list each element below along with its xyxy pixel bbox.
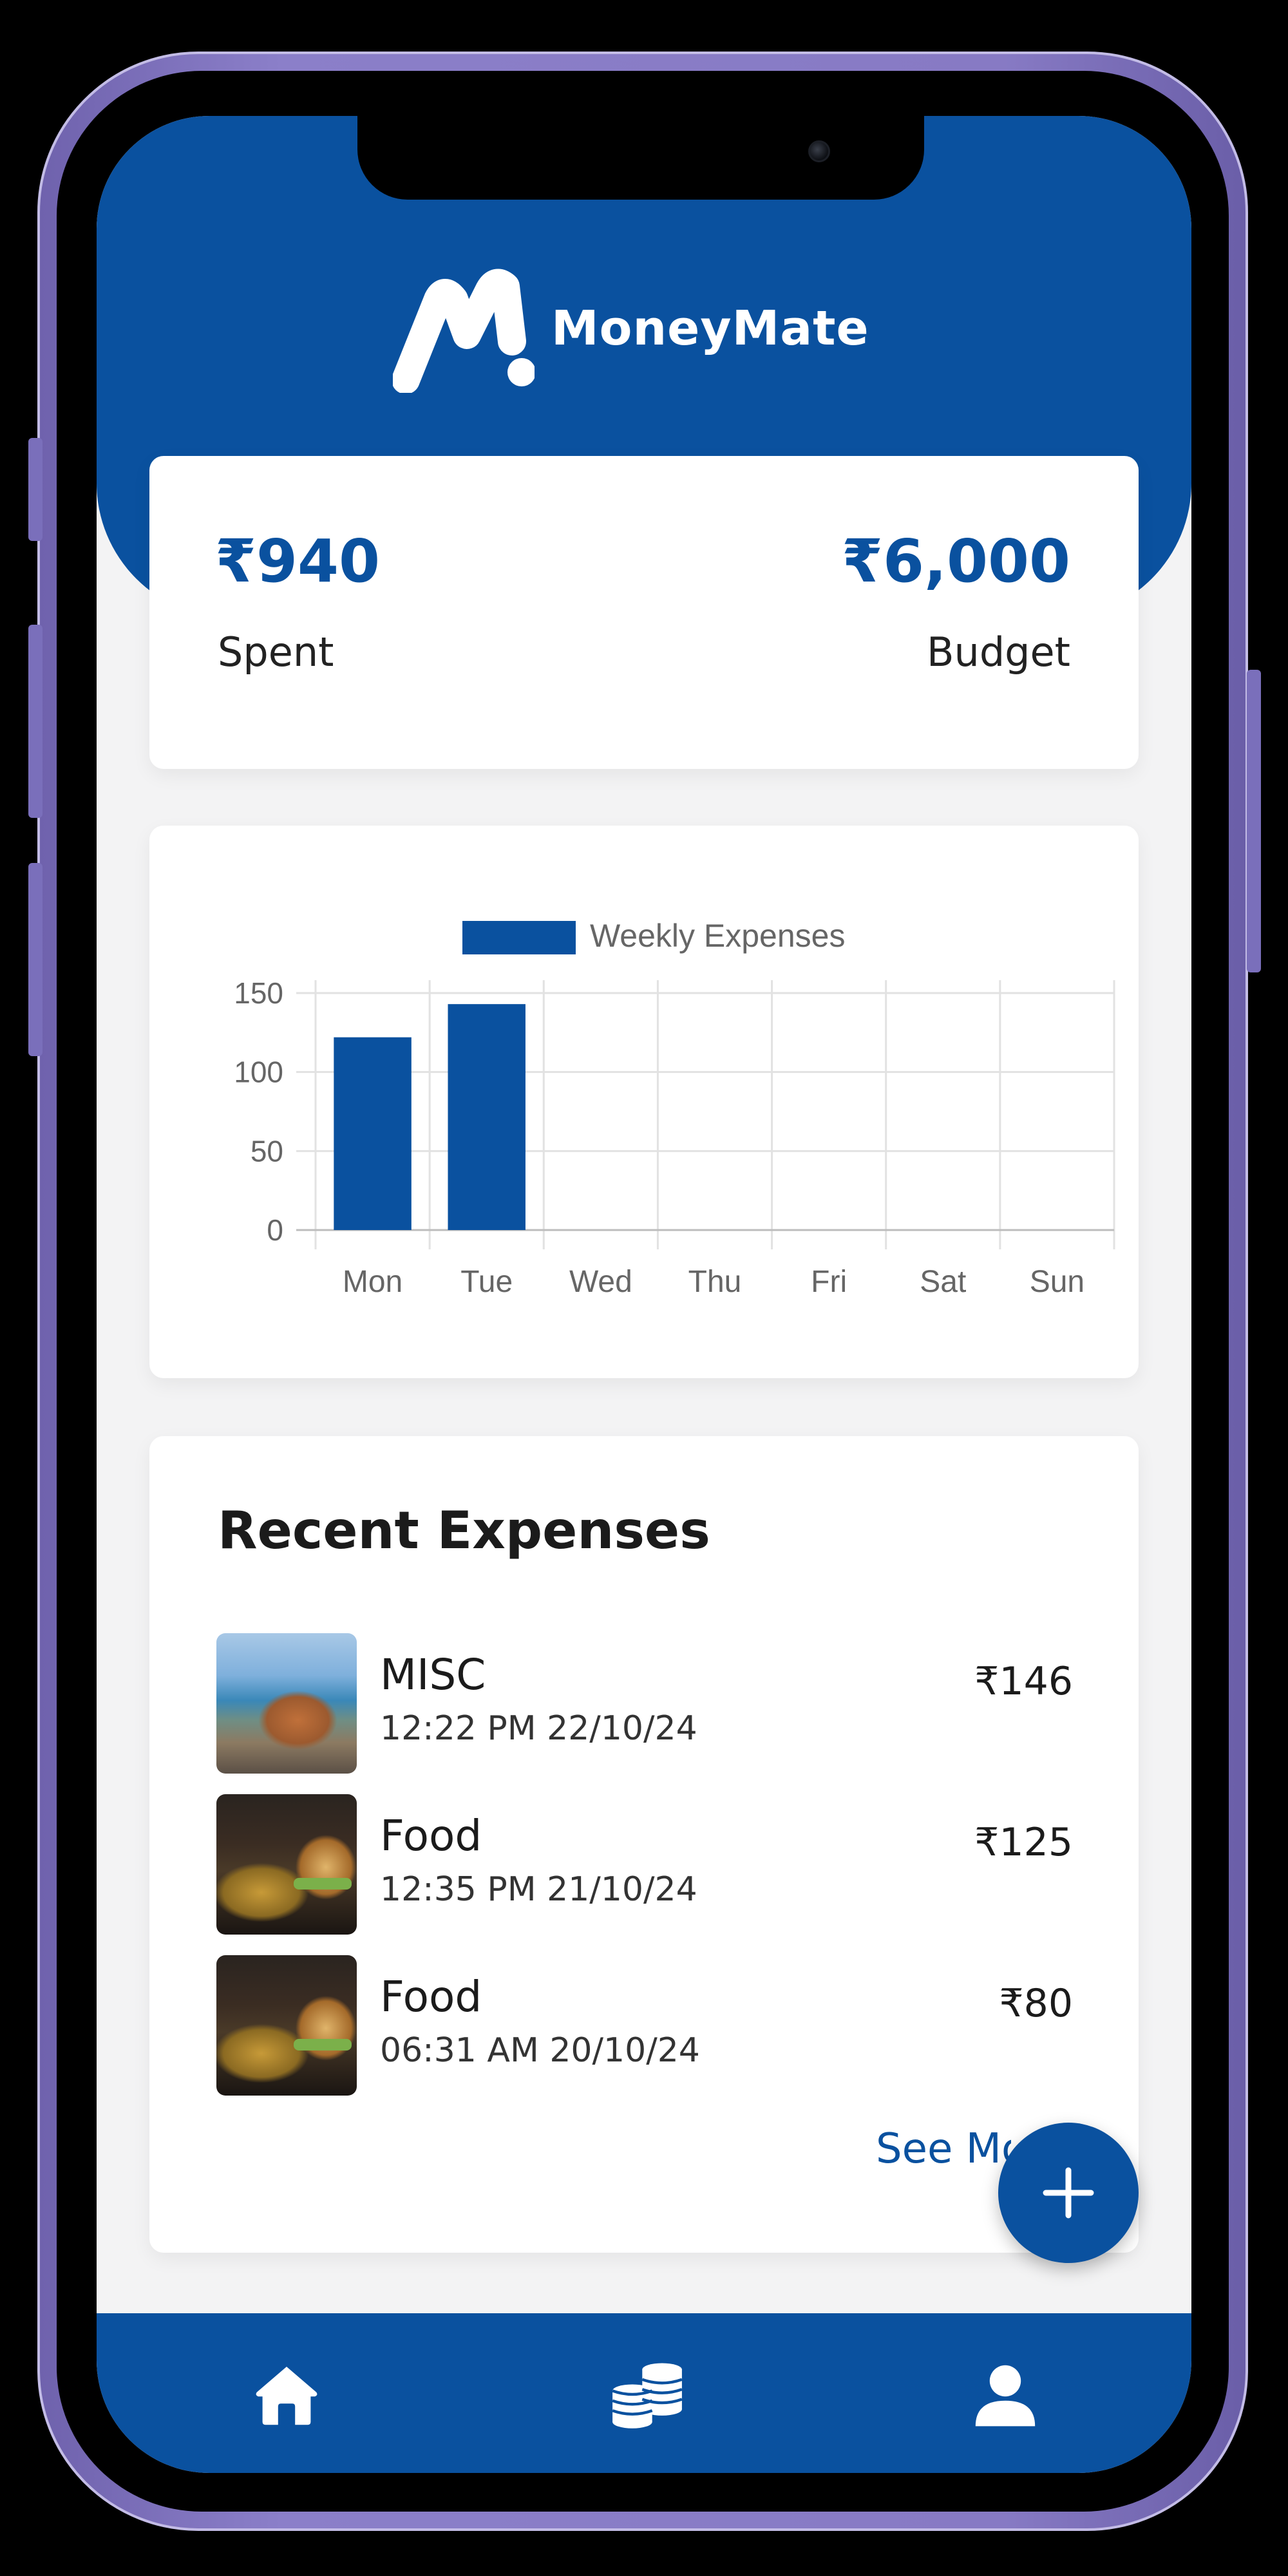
coins-icon[interactable] bbox=[605, 2360, 689, 2430]
x-tick-label: Wed bbox=[569, 1265, 632, 1299]
expense-category: MISC bbox=[380, 1650, 486, 1700]
expense-thumbnail bbox=[216, 1794, 357, 1935]
bar-tue bbox=[448, 1004, 526, 1230]
expense-time: 12:22 PM 22/10/24 bbox=[380, 1709, 697, 1748]
expense-category: Food bbox=[380, 1811, 482, 1861]
expense-item[interactable]: Food 12:35 PM 21/10/24 ₹125 bbox=[216, 1794, 1073, 1935]
spent-amount: ₹940 bbox=[215, 527, 381, 596]
see-more-clip: See More bbox=[818, 2125, 1011, 2190]
silent-switch bbox=[28, 438, 43, 541]
user-icon[interactable] bbox=[970, 2360, 1041, 2430]
budget-label: Budget bbox=[927, 629, 1070, 676]
x-tick-label: Thu bbox=[688, 1265, 742, 1299]
expense-thumbnail bbox=[216, 1955, 357, 2096]
spent-label: Spent bbox=[218, 629, 334, 676]
x-tick-label: Fri bbox=[811, 1265, 847, 1299]
y-tick-label: 50 bbox=[251, 1134, 283, 1168]
app-screen: MoneyMate ₹940 ₹6,000 Spent Budget Weekl… bbox=[97, 116, 1191, 2473]
expense-amount: ₹125 bbox=[974, 1820, 1073, 1865]
app-name: MoneyMate bbox=[551, 301, 869, 356]
expense-thumbnail bbox=[216, 1633, 357, 1774]
front-camera bbox=[808, 140, 830, 162]
plus-icon bbox=[1043, 2167, 1094, 2219]
weekly-expenses-chart-card: Weekly Expenses 0 50 100 150 Mon Tue Wed Thu Fri S… bbox=[149, 826, 1139, 1378]
legend-swatch bbox=[462, 921, 576, 954]
power-button bbox=[1247, 670, 1261, 972]
budget-amount: ₹6,000 bbox=[841, 527, 1070, 596]
bar-mon bbox=[334, 1037, 412, 1230]
legend-label: Weekly Expenses bbox=[590, 918, 845, 954]
moneymate-logo-icon bbox=[393, 269, 535, 393]
y-tick-label: 150 bbox=[234, 976, 283, 1010]
expense-amount: ₹146 bbox=[974, 1659, 1073, 1704]
expense-time: 06:31 AM 20/10/24 bbox=[380, 2031, 700, 2070]
bottom-navigation bbox=[97, 2313, 1191, 2473]
recent-expenses-title: Recent Expenses bbox=[218, 1501, 710, 1560]
x-tick-label: Mon bbox=[343, 1265, 402, 1299]
y-tick-label: 0 bbox=[267, 1213, 283, 1247]
volume-down-button bbox=[28, 863, 43, 1056]
summary-card: ₹940 ₹6,000 Spent Budget bbox=[149, 456, 1139, 769]
expense-category: Food bbox=[380, 1972, 482, 2022]
add-expense-button[interactable] bbox=[998, 2123, 1139, 2263]
home-icon[interactable] bbox=[251, 2360, 322, 2430]
expense-item[interactable]: MISC 12:22 PM 22/10/24 ₹146 bbox=[216, 1633, 1073, 1774]
notch bbox=[357, 116, 924, 200]
x-tick-label: Sat bbox=[920, 1265, 966, 1299]
x-tick-label: Tue bbox=[460, 1265, 513, 1299]
y-tick-label: 100 bbox=[234, 1056, 283, 1089]
volume-up-button bbox=[28, 625, 43, 818]
expense-item[interactable]: Food 06:31 AM 20/10/24 ₹80 bbox=[216, 1955, 1073, 2096]
see-more-link[interactable]: See More bbox=[876, 2125, 1011, 2173]
expense-time: 12:35 PM 21/10/24 bbox=[380, 1870, 697, 1909]
weekly-expenses-chart[interactable]: Weekly Expenses 0 50 100 150 Mon Tue Wed Thu Fri S… bbox=[149, 826, 1139, 1378]
x-tick-label: Sun bbox=[1030, 1265, 1084, 1299]
app-logo: MoneyMate bbox=[393, 264, 869, 393]
expense-amount: ₹80 bbox=[999, 1981, 1073, 2026]
